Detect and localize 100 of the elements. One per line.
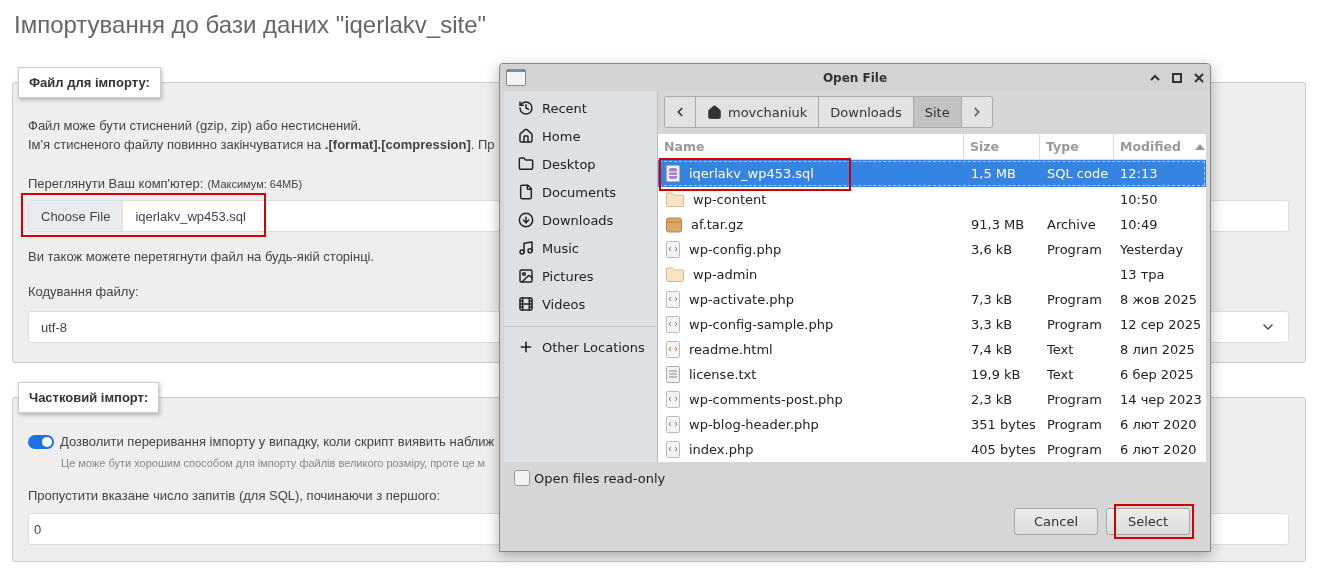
help-text: Ім'я стисненого файлу повинно закінчуватися на .[format].[compression]. Пр — [28, 136, 495, 154]
text-file-icon — [666, 366, 680, 383]
sidebar-item[interactable]: Recent — [504, 94, 657, 122]
file-type: Text — [1046, 342, 1075, 357]
help-text: Ви також можете перетягнути файл на будь-якій сторінці. — [28, 248, 375, 266]
file-type: Program — [1046, 317, 1103, 332]
file-row[interactable]: wp-activate.php 7,3 kB Program 8 жов 2025 — [658, 287, 1206, 312]
page-title: Імпортування до бази даних "iqerlakv_site" — [14, 10, 488, 40]
file-size: 3,6 kB — [970, 242, 1014, 257]
file-type: Text — [1046, 367, 1075, 382]
field-label: Переглянути Ваш комп'ютер: — [28, 175, 204, 193]
file-size: 405 bytes — [970, 442, 1037, 457]
file-row[interactable]: wp-comments-post.php 2,3 kB Program 14 чер 2023 — [658, 387, 1206, 412]
file-size: 3,3 kB — [970, 317, 1014, 332]
file-row[interactable]: readme.html 7,4 kB Text 8 лип 2025 — [658, 337, 1206, 362]
download-icon — [518, 212, 534, 228]
minimize-icon[interactable] — [1150, 72, 1160, 83]
file-modified: 12 сер 2025 — [1119, 317, 1203, 332]
file-size: 2,3 kB — [970, 392, 1014, 407]
path-button[interactable]: movchaniuk — [695, 96, 820, 128]
sidebar-item[interactable]: Downloads — [504, 206, 657, 234]
choose-file-button[interactable]: Choose File — [29, 201, 124, 231]
file-name: wp-config.php — [689, 242, 782, 257]
file-modified: 10:49 — [1119, 217, 1159, 232]
folder-icon — [518, 156, 534, 172]
dialog-button[interactable]: Cancel — [1014, 508, 1098, 535]
dialog-button[interactable]: Select — [1106, 508, 1190, 535]
file-row[interactable]: af.tar.gz 91,3 MB Archive 10:49 — [658, 212, 1206, 237]
file-type: Program — [1046, 242, 1103, 257]
file-size: 351 bytes — [970, 417, 1037, 432]
code-file-icon — [666, 391, 680, 408]
database-file-icon — [666, 165, 680, 182]
file-modified: 6 лют 2020 — [1119, 417, 1198, 432]
file-name: wp-config-sample.php — [689, 317, 834, 332]
code-file-icon — [666, 441, 680, 458]
size-limit-text: (Максимум: 64МБ) — [207, 177, 303, 190]
dialog-title: Open File — [822, 70, 888, 85]
home-icon — [518, 128, 534, 144]
toggle-label: Дозволити переривання імпорту у випадку, коли скрипт виявить наближ — [60, 433, 495, 451]
file-row[interactable]: wp-blog-header.php 351 bytes Program 6 лют 2020 — [658, 412, 1206, 437]
file-row[interactable]: wp-config-sample.php 3,3 kB Program 12 сер 2025 — [658, 312, 1206, 337]
file-row[interactable]: index.php 405 bytes Program 6 лют 2020 — [658, 437, 1206, 462]
file-row[interactable]: wp-config.php 3,6 kB Program Yesterday — [658, 237, 1206, 262]
file-modified: 8 жов 2025 — [1119, 292, 1198, 307]
film-icon — [518, 296, 534, 312]
document-icon — [518, 184, 534, 200]
maximize-icon[interactable] — [1172, 72, 1182, 83]
code-file-icon — [666, 341, 680, 358]
help-text: Файл може бути стиснений (gzip, zip) або нестиснений. — [28, 117, 362, 135]
file-size: 7,3 kB — [970, 292, 1014, 307]
file-name: wp-activate.php — [689, 292, 795, 307]
picture-icon — [518, 268, 534, 284]
file-name: readme.html — [689, 342, 773, 357]
close-icon[interactable] — [1194, 72, 1204, 83]
file-modified: 6 лют 2020 — [1119, 442, 1198, 457]
folder-icon — [666, 267, 684, 282]
sidebar-item[interactable]: Home — [504, 122, 657, 150]
clock-icon — [518, 100, 534, 116]
sidebar-item[interactable]: Other Locations — [504, 333, 657, 361]
file-name: license.txt — [689, 367, 757, 382]
folder-icon — [666, 192, 684, 207]
file-type: Program — [1046, 417, 1103, 432]
file-name: af.tar.gz — [691, 217, 744, 232]
sidebar-item[interactable]: Videos — [504, 290, 657, 318]
file-modified: Yesterday — [1119, 242, 1185, 257]
file-type: Archive — [1046, 217, 1097, 232]
field-label: Пропустити вказане число запитів (для SQL), починаючи з першого: — [28, 487, 441, 505]
code-file-icon — [666, 291, 680, 308]
file-size: 19,9 kB — [970, 367, 1022, 382]
checkbox-label: Open files read-only — [534, 470, 666, 486]
file-modified: 12:13 — [1119, 166, 1159, 181]
file-row[interactable]: license.txt 19,9 kB Text 6 бер 2025 — [658, 362, 1206, 387]
window-icon — [506, 69, 526, 86]
file-name: index.php — [689, 442, 754, 457]
file-row[interactable]: wp-admin 13 тра — [658, 262, 1206, 287]
file-name: wp-blog-header.php — [689, 417, 819, 432]
file-type: Program — [1046, 392, 1103, 407]
file-size: 7,4 kB — [970, 342, 1014, 357]
file-size: 1,5 MB — [970, 166, 1017, 181]
read-only-checkbox[interactable] — [514, 470, 530, 486]
file-size: 91,3 MB — [970, 217, 1026, 232]
path-button[interactable]: Downloads — [818, 96, 914, 128]
sidebar-item[interactable]: Pictures — [504, 262, 657, 290]
file-row[interactable]: wp-content 10:50 — [658, 187, 1206, 212]
package-icon — [666, 216, 682, 233]
file-name: wp-admin — [693, 267, 758, 282]
path-button[interactable]: Site — [912, 96, 962, 128]
file-type: SQL code — [1046, 166, 1110, 181]
file-modified: 8 лип 2025 — [1119, 342, 1196, 357]
plus-icon — [518, 339, 534, 355]
sidebar-item[interactable]: Desktop — [504, 150, 657, 178]
sort-up-icon — [1194, 143, 1205, 150]
file-name: iqerlakv_wp453.sql — [689, 166, 814, 181]
file-name: wp-content — [693, 192, 767, 207]
sidebar-item[interactable]: Music — [504, 234, 657, 262]
toggle-switch[interactable] — [28, 434, 54, 449]
sidebar-item[interactable]: Documents — [504, 178, 657, 206]
file-name: wp-comments-post.php — [689, 392, 843, 407]
code-file-icon — [666, 241, 680, 258]
section-legend: Файл для імпорту: — [18, 67, 161, 98]
